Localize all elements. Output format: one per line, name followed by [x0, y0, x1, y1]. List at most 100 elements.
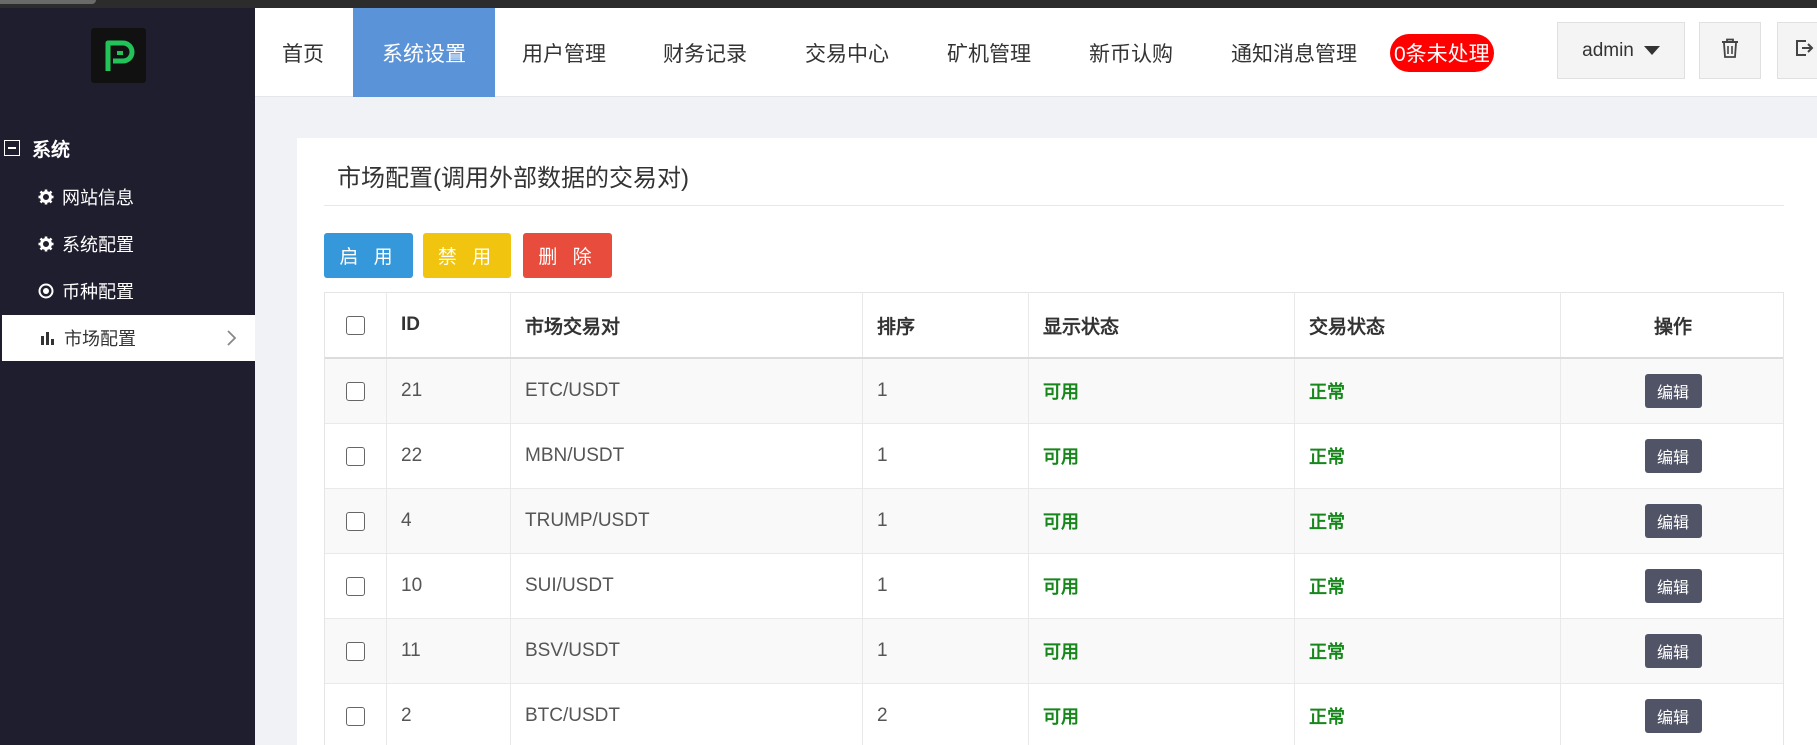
sidebar: 系统 网站信息 系统配置 币种配置 市场配置	[0, 8, 255, 745]
sidebar-item-label: 币种配置	[62, 282, 134, 302]
gear-icon	[38, 189, 58, 205]
nav-item-user-management[interactable]: 用户管理	[522, 8, 606, 97]
nav-item-trade-center[interactable]: 交易中心	[805, 8, 889, 97]
user-menu-button[interactable]: admin	[1557, 22, 1685, 79]
table-row: 22 MBN/USDT 1 可用 正常 编辑	[325, 424, 1783, 489]
sidebar-item-label: 市场配置	[64, 329, 136, 349]
delete-button[interactable]: 删 除	[523, 233, 612, 278]
row-checkbox[interactable]	[346, 511, 365, 531]
trade-status-text: 正常	[1309, 707, 1345, 727]
enable-button[interactable]: 启 用	[324, 233, 413, 278]
row-select-cell	[325, 489, 387, 553]
cell-actions: 编辑	[1561, 424, 1783, 488]
table-row: 2 BTC/USDT 2 可用 正常 编辑	[325, 684, 1783, 745]
cell-id: 4	[387, 489, 511, 553]
unprocessed-badge[interactable]: 0条未处理	[1390, 34, 1494, 72]
row-checkbox[interactable]	[346, 641, 365, 661]
cell-display-status: 可用	[1029, 359, 1295, 423]
radio-circle-icon	[38, 283, 58, 299]
table-row: 4 TRUMP/USDT 1 可用 正常 编辑	[325, 489, 1783, 554]
username-label: admin	[1582, 39, 1634, 61]
nav-item-new-coin-subscription[interactable]: 新币认购	[1089, 8, 1173, 97]
header-sort[interactable]: 排序	[863, 293, 1029, 357]
row-select-cell	[325, 684, 387, 745]
cell-trade-status: 正常	[1295, 489, 1561, 553]
header-id[interactable]: ID	[387, 293, 511, 357]
cell-pair: BTC/USDT	[511, 684, 863, 745]
top-nav: 首页 系统设置 用户管理 财务记录 交易中心 矿机管理 新币认购 通知消息管理 …	[255, 8, 1817, 97]
trade-status-text: 正常	[1309, 642, 1345, 662]
sidebar-item-site-info[interactable]: 网站信息	[0, 174, 255, 220]
bar-chart-icon	[40, 330, 60, 346]
table-row: 11 BSV/USDT 1 可用 正常 编辑	[325, 619, 1783, 684]
cell-pair: MBN/USDT	[511, 424, 863, 488]
cell-display-status: 可用	[1029, 424, 1295, 488]
cell-sort: 1	[863, 619, 1029, 683]
table-row: 10 SUI/USDT 1 可用 正常 编辑	[325, 554, 1783, 619]
clear-cache-button[interactable]	[1699, 22, 1761, 79]
edit-button[interactable]: 编辑	[1644, 504, 1702, 538]
row-select-cell	[325, 619, 387, 683]
cell-trade-status: 正常	[1295, 684, 1561, 745]
page-title: 市场配置(调用外部数据的交易对)	[337, 165, 689, 192]
row-checkbox[interactable]	[346, 576, 365, 596]
cell-actions: 编辑	[1561, 619, 1783, 683]
chevron-right-icon	[225, 329, 237, 352]
select-all-checkbox[interactable]	[346, 315, 365, 335]
header-pair[interactable]: 市场交易对	[511, 293, 863, 357]
cell-display-status: 可用	[1029, 489, 1295, 553]
row-checkbox[interactable]	[346, 381, 365, 401]
table-row: 21 ETC/USDT 1 可用 正常 编辑	[325, 359, 1783, 424]
nav-item-miner-management[interactable]: 矿机管理	[947, 8, 1031, 97]
market-table: ID 市场交易对 排序 显示状态 交易状态 操作 21 ETC/USDT 1 可…	[324, 292, 1784, 745]
nav-item-finance-records[interactable]: 财务记录	[663, 8, 747, 97]
trade-status-text: 正常	[1309, 577, 1345, 597]
display-status-text: 可用	[1043, 577, 1079, 597]
sidebar-item-coin-config[interactable]: 币种配置	[0, 268, 255, 314]
cell-trade-status: 正常	[1295, 554, 1561, 618]
cell-sort: 1	[863, 359, 1029, 423]
cell-actions: 编辑	[1561, 359, 1783, 423]
edit-button[interactable]: 编辑	[1644, 439, 1702, 473]
logout-button[interactable]	[1777, 22, 1817, 79]
nav-item-home[interactable]: 首页	[282, 8, 324, 97]
cell-id: 22	[387, 424, 511, 488]
sidebar-item-market-config[interactable]: 市场配置	[2, 315, 255, 361]
sidebar-item-system-config[interactable]: 系统配置	[0, 221, 255, 267]
cell-actions: 编辑	[1561, 554, 1783, 618]
p-logo-icon[interactable]	[91, 28, 146, 83]
trash-icon	[1721, 38, 1739, 63]
cell-actions: 编辑	[1561, 684, 1783, 745]
cell-sort: 2	[863, 684, 1029, 745]
sidebar-item-label: 网站信息	[62, 188, 134, 208]
header-select-cell	[325, 293, 387, 357]
nav-item-system-settings[interactable]: 系统设置	[353, 8, 495, 97]
row-checkbox[interactable]	[346, 446, 365, 466]
edit-button[interactable]: 编辑	[1644, 699, 1702, 733]
cell-pair: ETC/USDT	[511, 359, 863, 423]
cell-trade-status: 正常	[1295, 424, 1561, 488]
cell-sort: 1	[863, 554, 1029, 618]
disable-button[interactable]: 禁 用	[423, 233, 511, 278]
cell-sort: 1	[863, 489, 1029, 553]
edit-button[interactable]: 编辑	[1644, 569, 1702, 603]
nav-item-notification-management[interactable]: 通知消息管理	[1231, 8, 1357, 97]
header-display-status[interactable]: 显示状态	[1029, 293, 1295, 357]
display-status-text: 可用	[1043, 642, 1079, 662]
cell-trade-status: 正常	[1295, 619, 1561, 683]
browser-tab-hint	[0, 0, 96, 4]
cell-display-status: 可用	[1029, 684, 1295, 745]
sidebar-group-system[interactable]: 系统	[0, 128, 255, 168]
cell-display-status: 可用	[1029, 619, 1295, 683]
trade-status-text: 正常	[1309, 382, 1345, 402]
cell-id: 2	[387, 684, 511, 745]
header-trade-status[interactable]: 交易状态	[1295, 293, 1561, 357]
sidebar-group-label: 系统	[32, 139, 71, 161]
cell-pair: BSV/USDT	[511, 619, 863, 683]
sidebar-item-label: 系统配置	[62, 235, 134, 255]
edit-button[interactable]: 编辑	[1644, 374, 1702, 408]
logout-icon	[1794, 38, 1814, 63]
cell-id: 11	[387, 619, 511, 683]
row-checkbox[interactable]	[346, 706, 365, 726]
edit-button[interactable]: 编辑	[1644, 634, 1702, 668]
